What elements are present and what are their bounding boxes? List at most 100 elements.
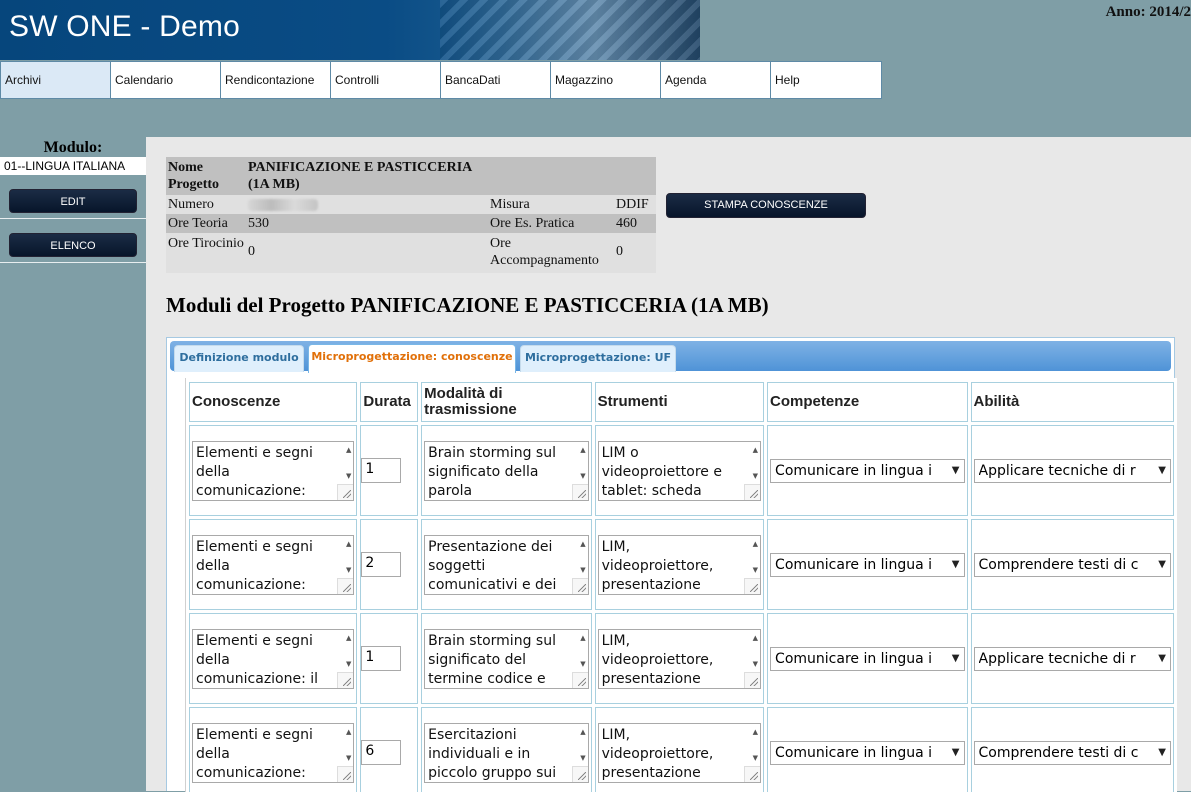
menu-item-magazzino[interactable]: Magazzino	[551, 62, 661, 98]
strumenti-textarea[interactable]: LIM, videoproiettore, presentazione ▲ ▼	[597, 534, 762, 595]
abilita-select[interactable]: Comprendere testi di c ▼	[973, 552, 1171, 577]
conoscenze-textarea[interactable]: Elementi e segni della comunicazione: ▲ …	[192, 534, 355, 595]
conoscenze-textarea[interactable]: Elementi e segni della comunicazione: il…	[192, 628, 355, 689]
menu-item-calendario[interactable]: Calendario	[111, 62, 221, 98]
scroll-up-icon[interactable]: ▲	[580, 446, 585, 454]
scroll-down-icon[interactable]: ▼	[580, 472, 585, 480]
durata-input[interactable]: 1	[361, 646, 402, 671]
resize-grip-icon[interactable]	[571, 671, 588, 688]
resize-grip-icon[interactable]	[571, 577, 588, 594]
resize-grip-icon[interactable]	[744, 765, 761, 782]
scroll-up-icon[interactable]: ▲	[346, 540, 351, 548]
elenco-button[interactable]: ELENCO	[9, 233, 137, 257]
strumenti-text: LIM, videoproiettore, presentazione	[601, 538, 714, 593]
menu-item-bancadati[interactable]: BancaDati	[441, 62, 551, 98]
misura-value: DDIF	[616, 197, 649, 212]
dropdown-arrow-icon: ▼	[1158, 652, 1166, 664]
strumenti-text: LIM o videoproiettore e tablet: scheda	[601, 444, 722, 499]
menu-item-help[interactable]: Help	[771, 62, 881, 98]
scroll-down-icon[interactable]: ▼	[753, 566, 758, 574]
scroll-up-icon[interactable]: ▲	[753, 540, 758, 548]
ore-accomp-value: 0	[616, 244, 623, 259]
cell-durata: 1	[360, 425, 419, 516]
scroll-up-icon[interactable]: ▲	[346, 728, 351, 736]
resize-grip-icon[interactable]	[571, 483, 588, 500]
modulo-value: 01--LINGUA ITALIANA	[0, 157, 146, 175]
scroll-up-icon[interactable]: ▲	[753, 446, 758, 454]
scroll-down-icon[interactable]: ▼	[753, 660, 758, 668]
abilita-selected: Comprendere testi di c	[978, 556, 1139, 573]
banner-decoration	[440, 0, 700, 60]
abilita-select[interactable]: Applicare tecniche di r ▼	[973, 646, 1171, 671]
scroll-up-icon[interactable]: ▲	[346, 634, 351, 642]
competenze-select[interactable]: Comunicare in lingua i ▼	[770, 552, 965, 577]
dropdown-arrow-icon: ▼	[1158, 558, 1166, 570]
tab-microprogettazione-uf[interactable]: Microprogettazione: UF	[520, 345, 676, 372]
conoscenze-table: Conoscenze Durata Modalità di trasmissio…	[186, 379, 1177, 792]
modalita-textarea[interactable]: Brain storming sul significato della par…	[424, 440, 589, 501]
ore-tirocinio-value: 0	[248, 244, 255, 259]
strumenti-textarea[interactable]: LIM o videoproiettore e tablet: scheda ▲…	[597, 440, 762, 501]
strumenti-textarea[interactable]: LIM, videoproiettore, presentazione ▲ ▼	[597, 628, 762, 689]
scroll-up-icon[interactable]: ▲	[580, 728, 585, 736]
stampa-conoscenze-button[interactable]: STAMPA CONOSCENZE	[666, 193, 866, 218]
durata-input[interactable]: 2	[361, 552, 402, 577]
conoscenze-text: Elementi e segni della comunicazione:	[196, 444, 313, 499]
menu-item-archivi[interactable]: Archivi	[1, 62, 111, 98]
modalita-textarea[interactable]: Esercitazioni individuali e in piccolo g…	[424, 722, 589, 783]
strumenti-text: LIM, videoproiettore, presentazione	[601, 726, 714, 781]
scroll-up-icon[interactable]: ▲	[580, 540, 585, 548]
edit-button-wrap: EDIT	[0, 175, 146, 219]
resize-grip-icon[interactable]	[337, 765, 354, 782]
menu-item-controlli[interactable]: Controlli	[331, 62, 441, 98]
resize-grip-icon[interactable]	[337, 577, 354, 594]
menu-item-agenda[interactable]: Agenda	[661, 62, 771, 98]
dropdown-arrow-icon: ▼	[1158, 746, 1166, 758]
ore-pratica-value: 460	[616, 216, 637, 231]
scroll-down-icon[interactable]: ▼	[346, 754, 351, 762]
scroll-up-icon[interactable]: ▲	[580, 634, 585, 642]
cell-modalita: Brain storming sul significato della par…	[421, 425, 592, 516]
abilita-select[interactable]: Applicare tecniche di r ▼	[973, 458, 1171, 483]
modalita-textarea[interactable]: Presentazione dei soggetti comunicativi …	[424, 534, 589, 595]
conoscenze-textarea[interactable]: Elementi e segni della comunicazione: ▲ …	[192, 722, 355, 783]
modalita-textarea[interactable]: Brain storming sul significato del termi…	[424, 628, 589, 689]
abilita-select[interactable]: Comprendere testi di c ▼	[973, 740, 1171, 765]
conoscenze-textarea[interactable]: Elementi e segni della comunicazione: ▲ …	[192, 440, 355, 501]
cell-strumenti: LIM, videoproiettore, presentazione ▲ ▼	[594, 519, 765, 610]
resize-grip-icon[interactable]	[744, 577, 761, 594]
strumenti-textarea[interactable]: LIM, videoproiettore, presentazione ▲ ▼	[597, 722, 762, 783]
menu-item-rendicontazione[interactable]: Rendicontazione	[221, 62, 331, 98]
resize-grip-icon[interactable]	[337, 671, 354, 688]
resize-grip-icon[interactable]	[744, 671, 761, 688]
resize-grip-icon[interactable]	[337, 483, 354, 500]
scroll-down-icon[interactable]: ▼	[753, 472, 758, 480]
tab-definizione-modulo[interactable]: Definizione modulo	[174, 345, 304, 372]
edit-button[interactable]: EDIT	[9, 189, 137, 213]
scroll-down-icon[interactable]: ▼	[346, 566, 351, 574]
scroll-down-icon[interactable]: ▼	[580, 566, 585, 574]
scroll-down-icon[interactable]: ▼	[346, 660, 351, 668]
scroll-down-icon[interactable]: ▼	[580, 660, 585, 668]
tab-microprogettazione-conoscenze[interactable]: Microprogettazione: conoscenze	[308, 344, 516, 373]
cell-abilita: Applicare tecniche di r ▼	[970, 425, 1174, 516]
competenze-select[interactable]: Comunicare in lingua i ▼	[770, 458, 965, 483]
resize-grip-icon[interactable]	[571, 765, 588, 782]
scroll-down-icon[interactable]: ▼	[346, 472, 351, 480]
competenze-select[interactable]: Comunicare in lingua i ▼	[770, 740, 965, 765]
header-banner: SW ONE - Demo	[0, 0, 700, 60]
durata-input[interactable]: 6	[361, 740, 402, 765]
dropdown-arrow-icon: ▼	[951, 746, 960, 758]
tab-bar: Definizione modulo Microprogettazione: c…	[170, 341, 1171, 373]
durata-input[interactable]: 1	[361, 458, 402, 483]
scroll-up-icon[interactable]: ▲	[753, 634, 758, 642]
scroll-down-icon[interactable]: ▼	[580, 754, 585, 762]
cell-conoscenze: Elementi e segni della comunicazione: ▲ …	[189, 707, 358, 792]
competenze-select[interactable]: Comunicare in lingua i ▼	[770, 646, 965, 671]
scroll-up-icon[interactable]: ▲	[753, 728, 758, 736]
main-content: Nome Progetto PANIFICAZIONE E PASTICCERI…	[146, 137, 1191, 792]
scroll-up-icon[interactable]: ▲	[346, 446, 351, 454]
resize-grip-icon[interactable]	[744, 483, 761, 500]
sidebar: Modulo: 01--LINGUA ITALIANA EDIT ELENCO	[0, 137, 146, 263]
scroll-down-icon[interactable]: ▼	[753, 754, 758, 762]
